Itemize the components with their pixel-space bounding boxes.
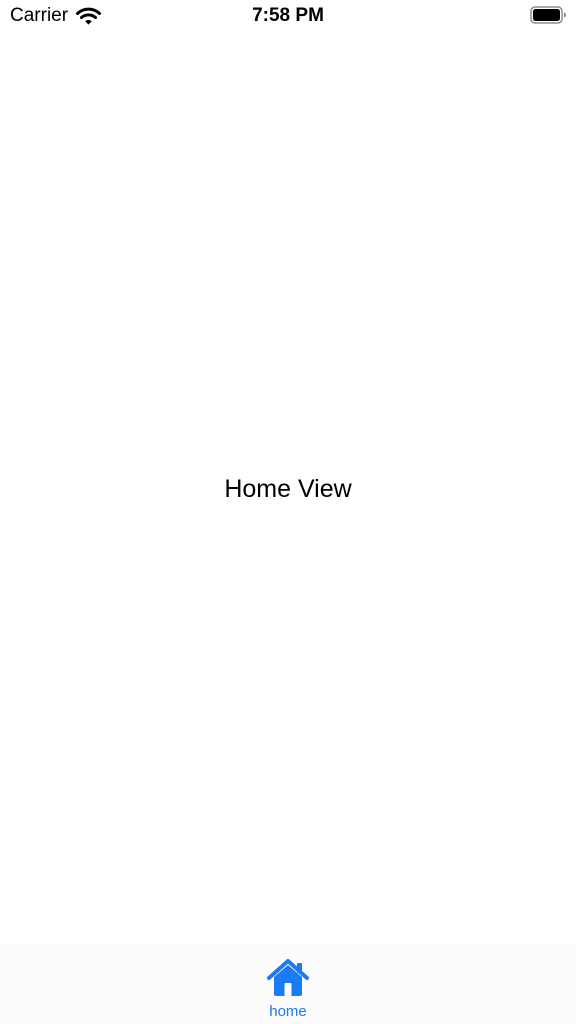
status-bar: Carrier 7:58 PM <box>0 0 576 32</box>
status-time: 7:58 PM <box>252 5 324 26</box>
tab-bar: home <box>0 944 576 1024</box>
battery-full-icon <box>530 6 566 24</box>
house-fill-icon <box>267 959 309 996</box>
app-screen: Carrier 7:58 PM Home View home <box>0 0 576 1024</box>
tab-home-label: home <box>269 1003 307 1020</box>
tab-home[interactable]: home <box>238 944 338 1024</box>
main-content: Home View <box>0 32 576 944</box>
home-view-title: Home View <box>224 475 352 503</box>
